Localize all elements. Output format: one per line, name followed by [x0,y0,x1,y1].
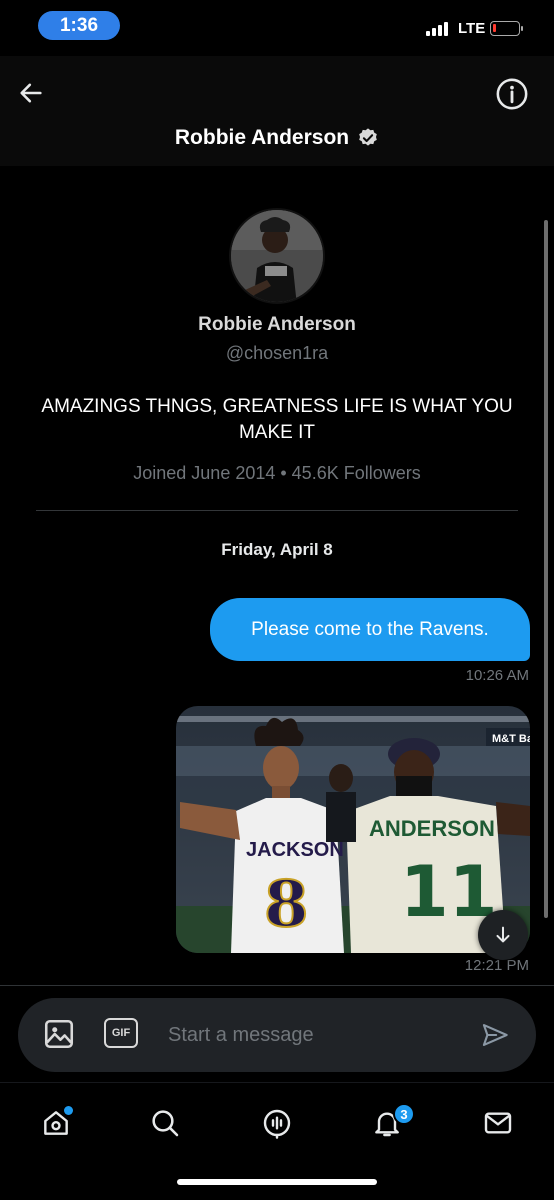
image-icon [44,1019,74,1049]
mail-icon [484,1112,512,1134]
arrow-down-icon [496,926,510,943]
jersey-number-1: 8 [264,867,309,942]
gif-button[interactable]: GIF [104,1018,138,1048]
header-title-row[interactable]: Robbie Anderson [0,126,554,150]
nav-home[interactable] [34,1101,78,1145]
message-text: Please come to the Ravens. [251,618,489,640]
jersey-swap-photo: M&T Ba JACKSON 8 ANDERSON 11 [176,706,530,953]
message-image[interactable]: M&T Ba JACKSON 8 ANDERSON 11 [176,706,530,953]
spaces-icon [263,1109,291,1139]
status-bar: 1:36 LTE [0,0,554,56]
verified-badge-icon [359,128,377,146]
send-icon [482,1024,508,1046]
nav-search[interactable] [143,1101,187,1145]
composer-area: GIF [0,985,554,1082]
home-indicator[interactable] [177,1179,377,1185]
divider [36,510,518,511]
avatar[interactable] [229,208,325,304]
message-composer: GIF [18,998,536,1072]
signal-icon [426,22,448,36]
nav-spaces[interactable] [255,1101,299,1145]
conversation-header: Robbie Anderson [0,56,554,166]
add-media-button[interactable] [42,1017,76,1051]
profile-handle[interactable]: @chosen1ra [0,343,554,364]
jersey-name-1: JACKSON [246,839,344,861]
jersey-name-2: ANDERSON [369,816,495,841]
battery-level [493,24,496,32]
info-button[interactable] [494,76,530,112]
notification-badge: 3 [393,1103,415,1125]
image-timestamp: 12:21 PM [464,957,529,974]
home-unread-dot [64,1106,73,1115]
network-label: LTE [458,20,486,37]
send-button[interactable] [476,1016,514,1054]
message-input[interactable] [168,1015,458,1055]
info-icon [496,78,528,110]
message-timestamp: 10:26 AM [465,667,529,684]
profile-meta: Joined June 2014 • 45.6K Followers [133,463,421,483]
profile-bio: AMAZINGS THNGS, GREATNESS LIFE IS WHAT Y… [41,396,513,443]
search-icon [152,1110,179,1137]
battery-icon [490,21,523,36]
stadium-sign: M&T Ba [492,733,530,745]
profile-name[interactable]: Robbie Anderson [0,314,554,336]
avatar-photo [231,210,323,302]
back-button[interactable] [14,76,48,110]
arrow-left-icon [20,83,42,103]
date-separator: Friday, April 8 [221,540,333,559]
status-time[interactable]: 1:36 [38,11,120,40]
header-title: Robbie Anderson [174,126,350,149]
scroll-to-bottom-button[interactable] [478,910,528,960]
nav-messages[interactable] [476,1101,520,1145]
message-bubble[interactable]: Please come to the Ravens. [210,598,530,661]
nav-notifications[interactable]: 3 [365,1101,415,1145]
bottom-navigation: 3 [0,1082,554,1200]
